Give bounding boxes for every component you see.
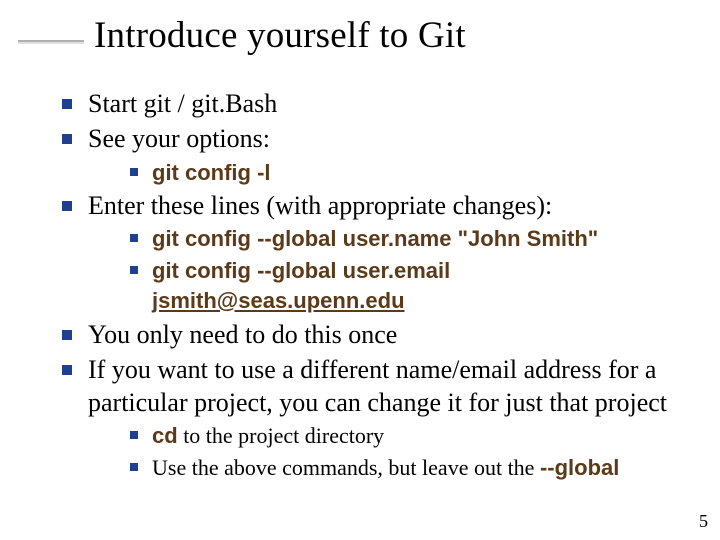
code-text: git config -l: [152, 160, 271, 185]
sub-item: Use the above commands, but leave out th…: [130, 453, 694, 483]
sub-text: to the project directory: [178, 423, 384, 448]
sub-item: git config --global user.email jsmith@se…: [130, 256, 694, 315]
title-rule-icon: [18, 40, 84, 44]
bullet-item: If you want to use a different name/emai…: [62, 353, 694, 483]
bullet-square-icon: [62, 330, 72, 340]
sub-list: cd to the project directory Use the abov…: [130, 421, 694, 482]
bullet-list: Start git / git.Bash See your options: g…: [62, 87, 694, 483]
slide: Introduce yourself to Git Start git / gi…: [0, 0, 720, 540]
sub-item: git config -l: [130, 158, 694, 188]
sub-item: git config --global user.name "John Smit…: [130, 224, 694, 254]
bullet-square-icon: [130, 168, 138, 176]
bullet-text: Start git / git.Bash: [88, 89, 277, 118]
bullet-item: Start git / git.Bash: [62, 87, 694, 120]
bullet-square-icon: [130, 266, 138, 274]
bullet-square-icon: [62, 201, 72, 211]
bullet-item: Enter these lines (with appropriate chan…: [62, 189, 694, 315]
bullet-item: You only need to do this once: [62, 318, 694, 351]
bullet-square-icon: [62, 99, 72, 109]
sub-list: git config -l: [130, 158, 694, 188]
bullet-square-icon: [62, 134, 72, 144]
title-row: Introduce yourself to Git: [18, 14, 694, 57]
slide-title: Introduce yourself to Git: [94, 14, 466, 57]
code-text: git config --global user.email: [152, 258, 450, 283]
sub-text: Use the above commands, but leave out th…: [152, 455, 540, 480]
sub-list: git config --global user.name "John Smit…: [130, 224, 694, 315]
code-text: git config --global user.name "John Smit…: [152, 226, 598, 251]
bullet-text: See your options:: [88, 124, 270, 153]
page-number: 5: [699, 511, 708, 532]
bullet-square-icon: [62, 365, 72, 375]
sub-item: cd to the project directory: [130, 421, 694, 451]
code-text: cd: [152, 423, 178, 448]
code-text: --global: [540, 455, 619, 480]
bullet-text: Enter these lines (with appropriate chan…: [88, 191, 552, 220]
bullet-square-icon: [130, 234, 138, 242]
bullet-square-icon: [130, 431, 138, 439]
bullet-text: You only need to do this once: [88, 320, 397, 349]
email-link[interactable]: jsmith@seas.upenn.edu: [152, 288, 405, 313]
bullet-item: See your options: git config -l: [62, 122, 694, 187]
bullet-text: If you want to use a different name/emai…: [88, 355, 667, 417]
bullet-square-icon: [130, 463, 138, 471]
